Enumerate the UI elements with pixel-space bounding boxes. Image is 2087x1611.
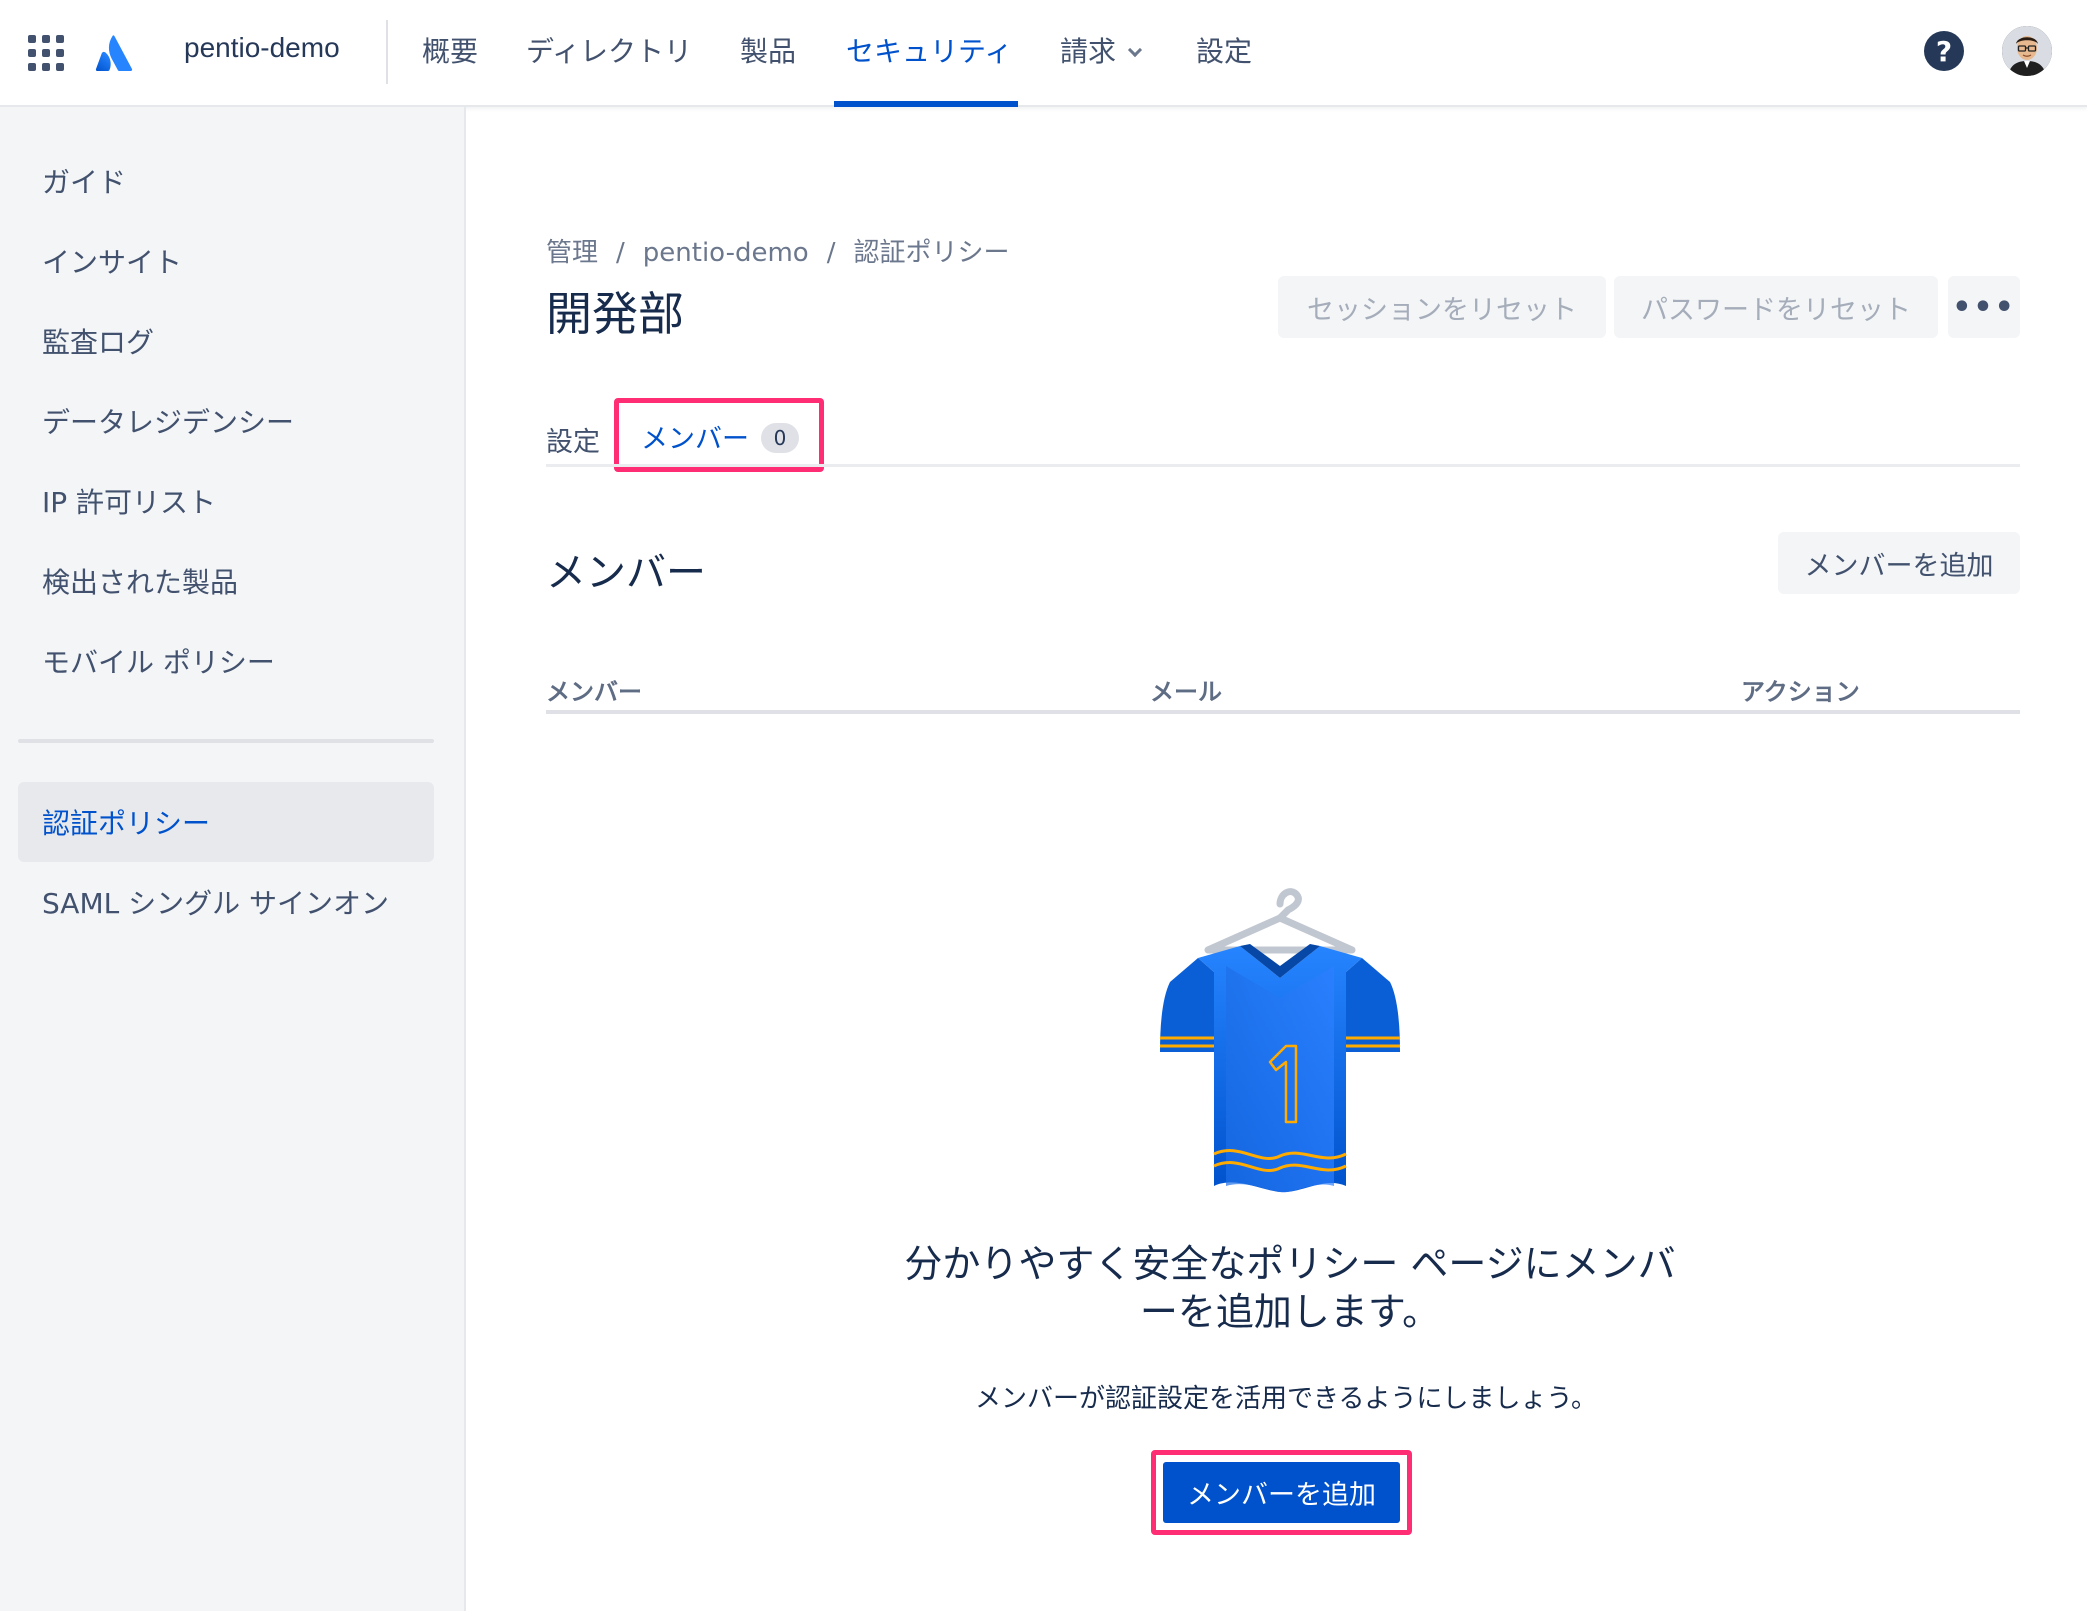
top-navigation: pentio-demo 概要 ディレクトリ 製品 セキュリティ 請求 設定 ?: [0, 0, 2087, 107]
org-name[interactable]: pentio-demo: [184, 32, 340, 64]
avatar[interactable]: [2002, 26, 2052, 76]
breadcrumb-separator: /: [616, 238, 625, 268]
active-nav-indicator: [834, 101, 1018, 107]
column-header-member[interactable]: メンバー: [546, 672, 642, 707]
members-count-badge: 0: [761, 423, 799, 453]
page-title: 開発部: [546, 287, 684, 341]
breadcrumb-org[interactable]: pentio-demo: [643, 238, 809, 268]
app-switcher-icon[interactable]: [28, 35, 64, 71]
reset-session-button[interactable]: セッションをリセット: [1278, 276, 1606, 338]
table-header-divider: [546, 710, 2020, 714]
nav-directory[interactable]: ディレクトリ: [526, 30, 692, 70]
breadcrumb-separator: /: [826, 238, 836, 268]
column-header-email[interactable]: メール: [1150, 672, 1222, 707]
reset-password-button[interactable]: パスワードをリセット: [1614, 276, 1938, 338]
nav-billing-label: 請求: [1060, 35, 1117, 68]
sidebar-item-insights[interactable]: インサイト: [18, 221, 434, 301]
empty-state-cta-highlight: メンバーを追加: [1151, 1450, 1412, 1535]
user-avatar-icon: [2002, 26, 2052, 76]
members-section-title: メンバー: [546, 550, 706, 596]
jersey-illustration-icon: [1160, 888, 1400, 1193]
nav-divider: [386, 20, 388, 84]
chevron-down-icon: [1127, 42, 1143, 58]
sidebar-item-mobile-policy[interactable]: モバイル ポリシー: [18, 621, 434, 701]
nav-security[interactable]: セキュリティ: [846, 30, 1012, 70]
sidebar-item-data-residency[interactable]: データレジデンシー: [18, 381, 434, 461]
add-member-primary-button[interactable]: メンバーを追加: [1163, 1462, 1400, 1523]
sidebar-item-discovered-products[interactable]: 検出された製品: [18, 541, 434, 621]
help-icon[interactable]: ?: [1924, 31, 1964, 71]
breadcrumb-admin[interactable]: 管理: [546, 238, 598, 268]
tabs-underline: [546, 464, 2020, 467]
atlassian-logo-icon[interactable]: [94, 33, 134, 73]
sidebar: ガイド インサイト 監査ログ データレジデンシー IP 許可リスト 検出された製…: [0, 107, 466, 1611]
sidebar-item-authentication-policies[interactable]: 認証ポリシー: [18, 782, 434, 862]
sidebar-item-audit-log[interactable]: 監査ログ: [18, 301, 434, 381]
nav-settings[interactable]: 設定: [1196, 30, 1252, 70]
more-actions-button[interactable]: •••: [1948, 276, 2020, 338]
nav-overview[interactable]: 概要: [422, 30, 478, 70]
breadcrumb: 管理 / pentio-demo / 認証ポリシー: [546, 232, 1009, 269]
sidebar-divider: [18, 739, 434, 743]
sidebar-item-ip-allowlist[interactable]: IP 許可リスト: [18, 461, 434, 541]
sidebar-item-saml-sso[interactable]: SAML シングル サインオン: [18, 862, 434, 942]
tab-members[interactable]: メンバー 0: [614, 398, 824, 472]
tab-settings[interactable]: 設定: [546, 420, 600, 459]
sidebar-item-guide[interactable]: ガイド: [18, 141, 434, 221]
empty-state-title: 分かりやすく安全なポリシー ページにメンバーを追加します。: [904, 1242, 1676, 1334]
add-member-button[interactable]: メンバーを追加: [1778, 532, 2020, 594]
empty-state-description: メンバーが認証設定を活用できるようにしましょう。: [975, 1384, 1597, 1414]
nav-products[interactable]: 製品: [740, 30, 796, 70]
column-header-actions: アクション: [1741, 678, 1860, 706]
breadcrumb-auth-policies[interactable]: 認証ポリシー: [853, 238, 1009, 268]
nav-billing[interactable]: 請求: [1060, 30, 1143, 70]
tab-members-label: メンバー: [641, 424, 749, 455]
